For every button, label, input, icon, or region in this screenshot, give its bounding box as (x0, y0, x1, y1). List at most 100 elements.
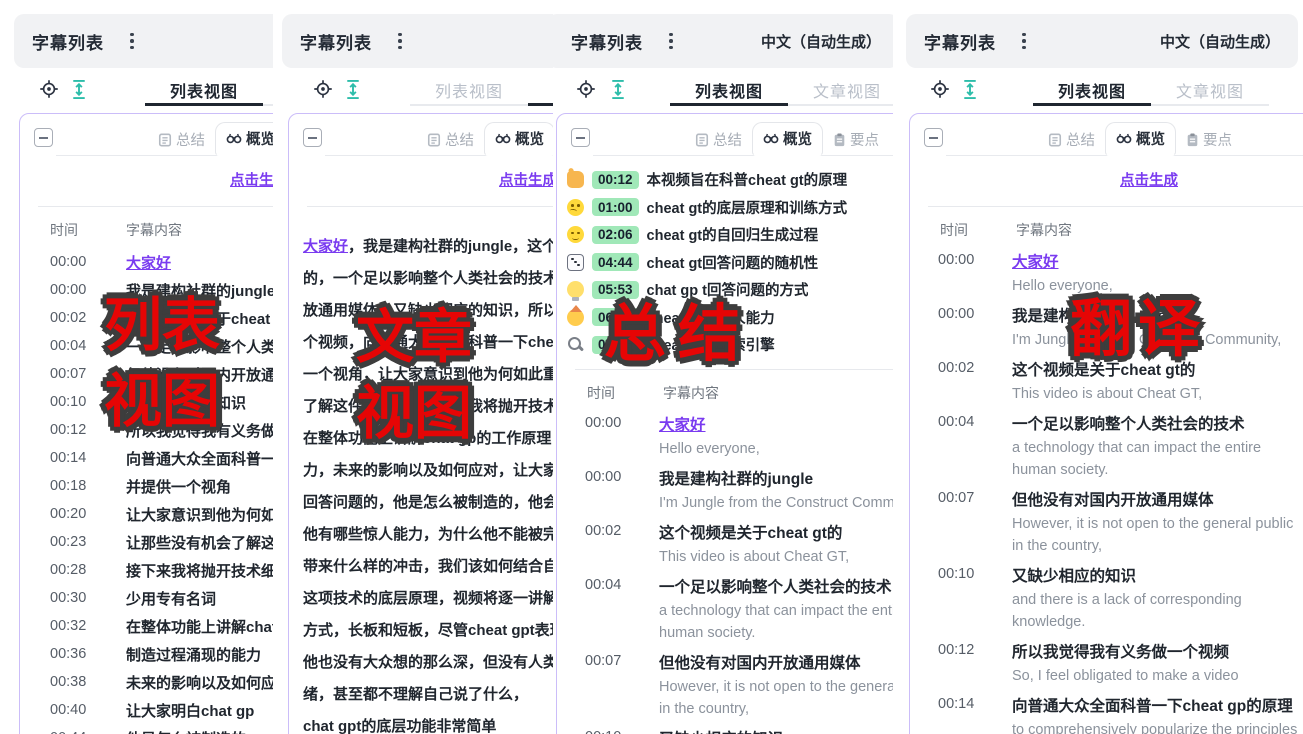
locate-icon[interactable] (38, 78, 60, 100)
subtitle-row[interactable]: 00:04 一个足以影响整个人类社会的技术 a technology that … (938, 412, 1303, 481)
tab-list-view[interactable]: 列表视图 (410, 76, 528, 106)
subtitle-row[interactable]: 00:32 在整体功能上讲解chat gp的工作原理 (50, 612, 273, 640)
article-line: 带来什么样的冲击，我们该如何结合自身情况应对，以及 (303, 551, 553, 583)
subtitle-row[interactable]: 00:30 少用专有名词 (50, 584, 273, 612)
subtitle-time: 00:20 (50, 506, 112, 522)
subtitle-row[interactable]: 00:00 我是建构社群的jungle I'm Jungle from the … (585, 467, 893, 514)
subtitle-translation: So, I feel obligated to make a video (1012, 665, 1303, 687)
tab-list-view[interactable]: 列表视图 (1033, 76, 1151, 106)
subtitle-row[interactable]: 00:14 向普通大众全面科普一下cheat gp的原理 (50, 444, 273, 472)
tab-list-view[interactable]: 列表视图 (145, 76, 263, 106)
subtitle-text: 制造过程涌现的能力 (126, 644, 261, 665)
summary-timestamp-badge[interactable]: 02:06 (592, 226, 639, 244)
subtitle-row[interactable]: 00:14 向普通大众全面科普一下cheat gp的原理 to comprehe… (938, 694, 1303, 734)
subtitle-row[interactable]: 00:00 大家好 (50, 248, 273, 276)
summary-item[interactable]: 02:06 cheat gt的自回归生成过程 (567, 221, 893, 249)
subtitle-row[interactable]: 00:00 我是建构社群的jungle I'm Jungle from the … (938, 304, 1303, 351)
menu-dots-icon[interactable] (669, 33, 673, 50)
subtitle-row[interactable]: 00:23 让那些没有机会了解这件事的人 (50, 528, 273, 556)
subtitle-row[interactable]: 00:04 一个足以影响整个人类社会的技术 a technology that … (585, 575, 893, 644)
tab-article-view[interactable]: 文章视图 (263, 76, 273, 106)
auto-scroll-icon[interactable] (607, 78, 629, 100)
subtitle-row[interactable]: 00:38 未来的影响以及如何应对 (50, 668, 273, 696)
subtitle-row[interactable]: 00:10 又缺少相应的知识 and there is a lack of co… (585, 727, 893, 734)
subtitle-language-label[interactable]: 中文（自动生成） (761, 31, 881, 52)
tab-summary[interactable]: 总结 (1038, 124, 1105, 156)
summary-timestamp-badge[interactable]: 00:12 (592, 171, 639, 189)
tab-article-view[interactable]: 文章视图 (788, 76, 893, 106)
subtitle-row[interactable]: 00:28 接下来我将抛开技术细节 (50, 556, 273, 584)
subtitle-link[interactable]: 大家好 (303, 238, 348, 255)
subtitle-row[interactable]: 00:10 又缺少相应的知识 (50, 388, 273, 416)
subtitle-translation: to comprehensively popularize the princi… (1012, 719, 1303, 734)
tab-overview[interactable]: 概览 (752, 122, 823, 156)
summary-item[interactable]: 05:53 chat gp t回答问题的方式 (567, 276, 893, 304)
subtitle-box: 总结 概览 要点 00:12 (556, 113, 893, 734)
tab-article-view[interactable]: 文章视图 (1151, 76, 1269, 106)
menu-dots-icon[interactable] (130, 33, 134, 50)
subtitle-text: 这个视频是关于cheat gt的 (1012, 358, 1303, 383)
subtitle-body: 又缺少相应的知识 and there is a lack of correspo… (659, 727, 893, 734)
subtitle-row[interactable]: 00:02 这个视频是关于cheat gt的 This video is abo… (938, 358, 1303, 405)
tab-summary[interactable]: 总结 (148, 124, 215, 156)
subtitle-row[interactable]: 00:02 这个视频是关于cheat gt的 (50, 304, 273, 332)
tab-overview-label: 概览 (246, 128, 273, 149)
subtitle-row[interactable]: 00:40 让大家明白chat gp (50, 696, 273, 724)
menu-dots-icon[interactable] (398, 33, 402, 50)
tab-article-view[interactable]: 文章视图 (528, 76, 553, 106)
generate-summary-link[interactable]: 点击生成 (20, 169, 273, 190)
summary-timestamp-badge[interactable]: 04:44 (592, 253, 639, 271)
view-tabs: 列表视图 文章视图 (1033, 76, 1269, 106)
subtitle-row[interactable]: 00:00 我是建构社群的jungle (50, 276, 273, 304)
summary-text: cheat gt与搜索引擎 (647, 334, 775, 355)
locate-icon[interactable] (575, 78, 597, 100)
menu-dots-icon[interactable] (1022, 33, 1026, 50)
tab-summary[interactable]: 总结 (417, 124, 484, 156)
tab-keypoints[interactable]: 要点 (1176, 124, 1242, 156)
generate-summary-link[interactable]: 点击生成 (910, 169, 1303, 190)
summary-timestamp-badge[interactable]: 07:15 (592, 336, 639, 354)
tab-list-view[interactable]: 列表视图 (670, 76, 788, 106)
subtitle-text: 这个视频是关于cheat gt的 (659, 521, 893, 546)
generate-summary-link[interactable]: 点击生成 (289, 169, 553, 190)
subtitle-row[interactable]: 00:07 但他没有对国内开放通用媒体 However, it is not o… (585, 651, 893, 720)
tab-keypoints[interactable]: 要点 (823, 124, 889, 156)
tab-summary-label: 总结 (713, 129, 742, 150)
subtitle-row[interactable]: 00:10 又缺少相应的知识 and there is a lack of co… (938, 564, 1303, 633)
summary-item[interactable]: 01:00 cheat gt的底层原理和训练方式 (567, 194, 893, 222)
subtitle-row[interactable]: 00:18 并提供一个视角 (50, 472, 273, 500)
summary-item[interactable]: 06:31 cheat gt的惊人能力 (567, 304, 893, 332)
subtitle-row[interactable]: 00:36 制造过程涌现的能力 (50, 640, 273, 668)
summary-item[interactable]: 00:12 本视频旨在科普cheat gt的原理 (567, 166, 893, 194)
subtitle-time: 00:00 (938, 250, 1000, 297)
locate-icon[interactable] (929, 78, 951, 100)
subtitle-language-label[interactable]: 中文（自动生成） (1160, 31, 1280, 52)
subtitle-text: 所以我觉得我有义务做一个视频 (1012, 640, 1303, 665)
subtitle-row[interactable]: 00:02 这个视频是关于cheat gt的 This video is abo… (585, 521, 893, 568)
subtitle-row[interactable]: 00:44 他是怎么被制造的 (50, 724, 273, 734)
subtitle-row[interactable]: 00:00 大家好 Hello everyone, (938, 250, 1303, 297)
locate-icon[interactable] (312, 78, 334, 100)
smirking-face-icon (567, 226, 584, 243)
subtitle-time: 00:12 (938, 640, 1000, 687)
auto-scroll-icon[interactable] (342, 78, 364, 100)
tab-overview[interactable]: 概览 (215, 122, 273, 156)
auto-scroll-icon[interactable] (68, 78, 90, 100)
subtitle-row[interactable]: 00:20 让大家意识到他为何如此重要 (50, 500, 273, 528)
summary-item[interactable]: 04:44 cheat gt回答问题的随机性 (567, 249, 893, 277)
subtitle-row[interactable]: 00:07 但他没有对国内开放通用媒体 However, it is not o… (938, 488, 1303, 557)
subtitle-text: 让大家明白chat gp (126, 700, 254, 721)
subtitle-row[interactable]: 00:12 所以我觉得我有义务做一个视频 So, I feel obligate… (938, 640, 1303, 687)
summary-timestamp-badge[interactable]: 01:00 (592, 198, 639, 216)
summary-timestamp-badge[interactable]: 05:53 (592, 281, 639, 299)
summary-item[interactable]: 07:15 cheat gt与搜索引擎 (567, 331, 893, 359)
subtitle-row[interactable]: 00:12 所以我觉得我有义务做一个视频 (50, 416, 273, 444)
subtitle-row[interactable]: 00:04 一个足以影响整个人类社会的技术 (50, 332, 273, 360)
subtitle-row[interactable]: 00:00 大家好 Hello everyone, (585, 413, 893, 460)
subtitle-row[interactable]: 00:07 但他没有对国内开放通用媒体 (50, 360, 273, 388)
tab-overview[interactable]: 概览 (484, 122, 553, 156)
tab-summary[interactable]: 总结 (685, 124, 752, 156)
summary-timestamp-badge[interactable]: 06:31 (592, 308, 639, 326)
tab-overview[interactable]: 概览 (1105, 122, 1176, 156)
auto-scroll-icon[interactable] (959, 78, 981, 100)
